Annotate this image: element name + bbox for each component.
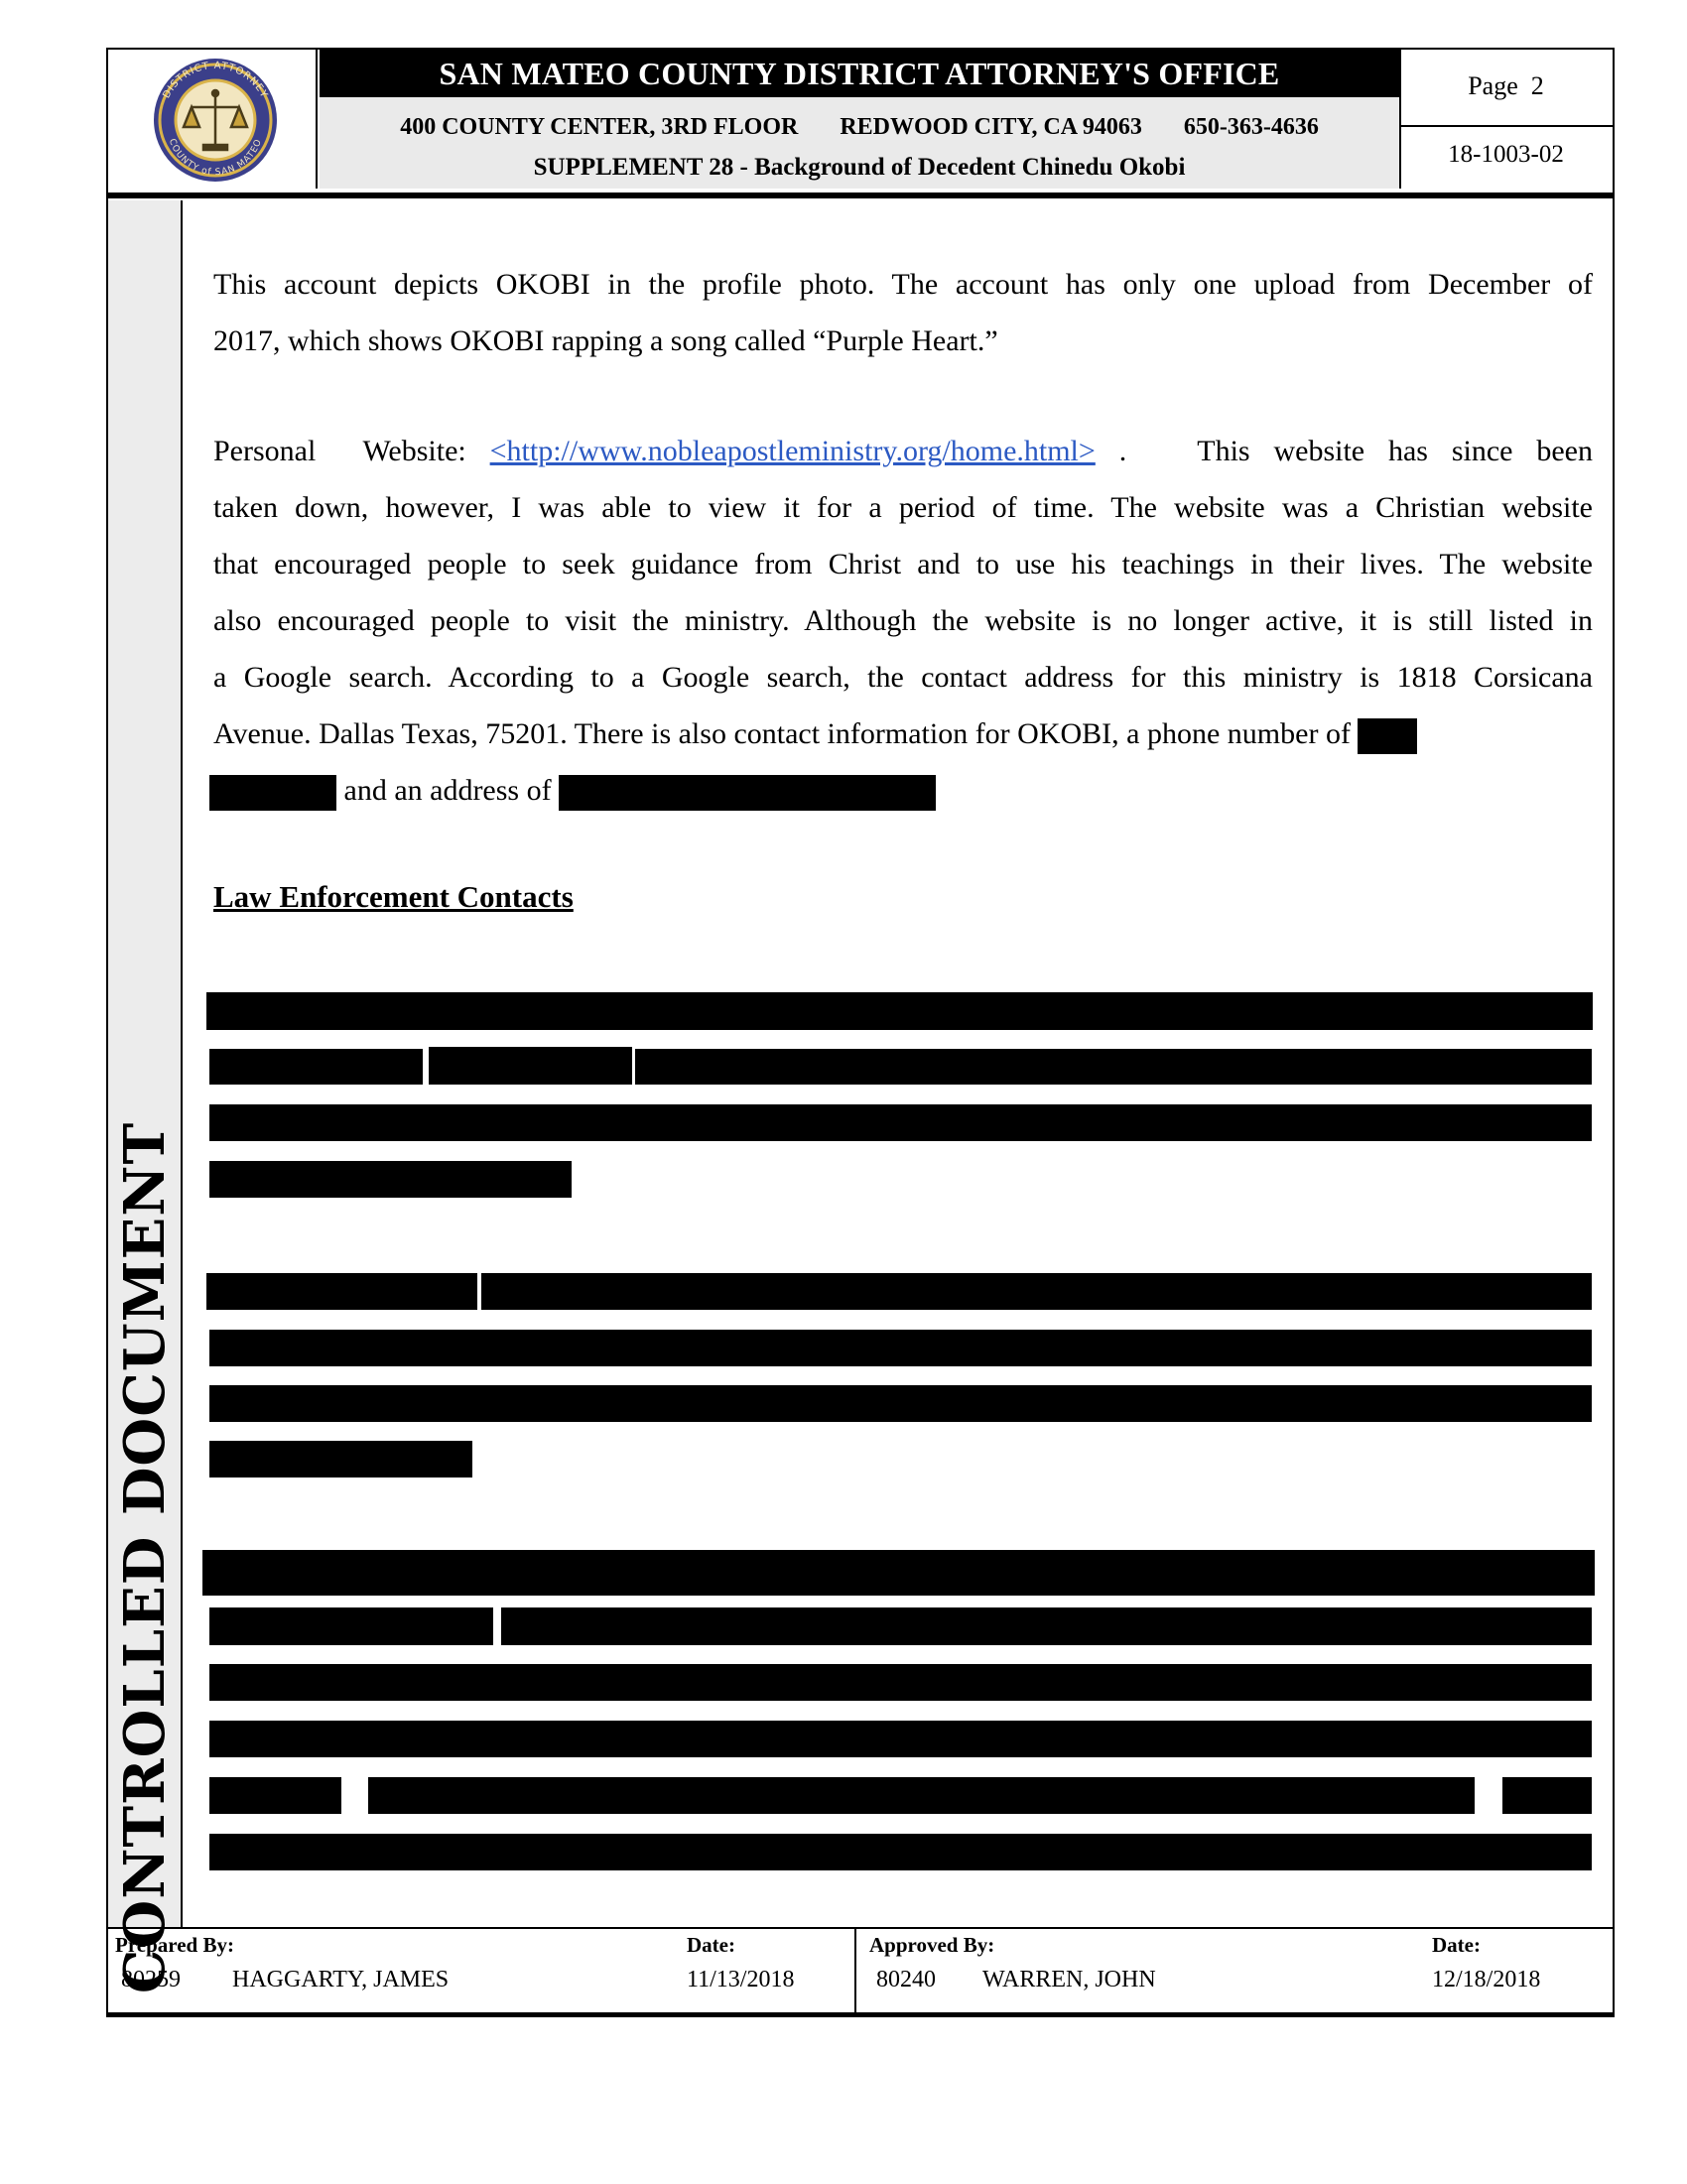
- prepared-by-name: HAGGARTY, JAMES: [232, 1967, 450, 1992]
- office-title: SAN MATEO COUNTY DISTRICT ATTORNEY'S OFF…: [320, 50, 1399, 97]
- redaction-bar: [635, 1049, 1592, 1085]
- body-line: and an address of: [209, 762, 1593, 819]
- redaction-bar: [481, 1273, 1592, 1310]
- redaction-bar: [501, 1607, 1592, 1645]
- body-line-website: Personal Website: <http://www.nobleapost…: [213, 423, 1593, 479]
- approved-by-id: 80240: [876, 1967, 936, 1992]
- body-line: This account depicts OKOBI in the profil…: [213, 268, 1593, 301]
- body-line: a Google search. According to a Google s…: [213, 661, 1593, 694]
- redaction-bar: [209, 1441, 472, 1477]
- office-phone: 650-363-4636: [1183, 114, 1319, 140]
- body-text: and an address of: [343, 774, 552, 807]
- prepared-by-id: 80259: [121, 1967, 181, 1992]
- approved-by-label: Approved By:: [869, 1933, 995, 1957]
- redaction-bar: [209, 1161, 572, 1198]
- footer-bottom-rule: [106, 2012, 1615, 2017]
- redaction-bar: [209, 1721, 1592, 1757]
- redaction-bar: [209, 1104, 1592, 1141]
- page-number: Page 2: [1468, 71, 1544, 100]
- body-line: taken down, however, I was able to view …: [213, 491, 1593, 524]
- redaction-bar: [206, 1273, 477, 1310]
- redaction-bar: [206, 992, 1593, 1030]
- footer-divider: [854, 1929, 856, 2016]
- approved-date: 12/18/2018: [1432, 1967, 1541, 1992]
- case-number: 18-1003-02: [1448, 141, 1564, 168]
- page-info-divider: [1399, 125, 1613, 127]
- paragraph-account: This account depicts OKOBI in the profil…: [213, 256, 1593, 369]
- redaction-bar: [1502, 1777, 1592, 1814]
- body-line: also encouraged people to visit the mini…: [213, 604, 1593, 637]
- controlled-document-stamp: CONTROLLED DOCUMENT: [112, 1121, 178, 1994]
- redaction-bar: [202, 1550, 1595, 1596]
- redaction-bar: [429, 1047, 632, 1085]
- header-rule: [106, 193, 1615, 198]
- redaction-bar: [209, 1834, 1592, 1870]
- redaction-phone: [209, 775, 336, 812]
- redaction-bar: [209, 1607, 493, 1645]
- body-line: Avenue. Dallas Texas, 75201. There is al…: [213, 706, 1593, 762]
- redaction-bar: [209, 1385, 1592, 1422]
- approved-by-name: WARREN, JOHN: [982, 1967, 1156, 1992]
- prepared-date-label: Date:: [687, 1933, 735, 1957]
- body-line: that encouraged people to seek guidance …: [213, 548, 1593, 580]
- district-attorney-seal: DISTRICT ATTORNEY COUNTY of SAN MATEO: [154, 59, 277, 182]
- supplement-title: SUPPLEMENT 28 - Background of Decedent C…: [533, 154, 1186, 181]
- redaction-bar: [209, 1330, 1592, 1366]
- paragraph-website: Personal Website: <http://www.nobleapost…: [209, 423, 1593, 819]
- body-line: 2017, which shows OKOBI rapping a song c…: [213, 324, 998, 357]
- redaction-bar: [209, 1777, 341, 1814]
- office-street: 400 COUNTY CENTER, 3RD FLOOR: [400, 114, 799, 140]
- redaction-phone: [1358, 718, 1418, 755]
- approved-date-label: Date:: [1432, 1933, 1481, 1957]
- office-address-line: 400 COUNTY CENTER, 3RD FLOOR REDWOOD CIT…: [320, 114, 1399, 141]
- redaction-address: [559, 775, 937, 812]
- body-text: . This website has since been: [1118, 435, 1593, 467]
- section-heading: Law Enforcement Contacts: [213, 879, 574, 914]
- body-text: Avenue. Dallas Texas, 75201. There is al…: [213, 717, 1351, 750]
- redaction-bar: [368, 1777, 1475, 1814]
- prepared-by-label: Prepared By:: [115, 1933, 234, 1957]
- prepared-date: 11/13/2018: [687, 1967, 795, 1992]
- footer-top-rule: [106, 1927, 1615, 1929]
- website-label: Personal Website:: [213, 435, 466, 467]
- redaction-bar: [209, 1049, 423, 1085]
- redaction-bar: [209, 1664, 1592, 1701]
- website-link[interactable]: <http://www.nobleapostleministry.org/hom…: [490, 435, 1096, 467]
- office-city: REDWOOD CITY, CA 94063: [840, 114, 1142, 140]
